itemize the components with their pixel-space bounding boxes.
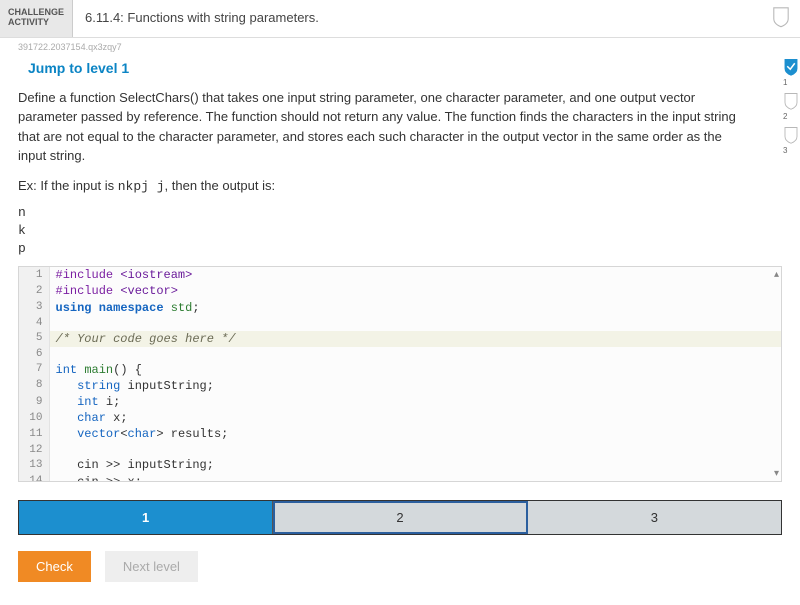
line-number: 11 [19,426,49,442]
line-number: 13 [19,457,49,473]
code-line[interactable]: int i; [49,394,781,410]
code-line[interactable]: /* Your code goes here */ [49,331,781,347]
code-editor[interactable]: ▴ 1#include <iostream>2#include <vector>… [18,266,782,482]
example-output: nkp [18,204,782,259]
progress-shield-1: 1 [783,58,799,90]
code-line[interactable]: char x; [49,410,781,426]
line-number: 4 [19,316,49,331]
problem-prompt: Define a function SelectChars() that tak… [18,88,738,166]
level-tab-1[interactable]: 1 [19,501,273,534]
progress-num: 1 [783,78,799,87]
next-level-button: Next level [105,551,198,582]
line-number: 7 [19,362,49,378]
level-tab-2[interactable]: 2 [273,501,527,534]
badge-line2: ACTIVITY [8,18,64,28]
scroll-down-icon[interactable]: ▾ [774,468,779,479]
example-line: Ex: If the input is nkpj j, then the out… [18,178,782,194]
progress-shield-2: 2 [783,92,799,124]
progress-shield-3: 3 [783,126,799,158]
line-number: 8 [19,378,49,394]
line-number: 9 [19,394,49,410]
code-line[interactable]: cin >> inputString; [49,457,781,473]
example-input: nkpj j [118,179,165,194]
progress-num: 3 [783,146,799,155]
line-number: 10 [19,410,49,426]
meta-id: 391722.2037154.qx3zqy7 [0,38,800,54]
code-line[interactable] [49,443,781,458]
example-prefix: Ex: If the input is [18,178,118,193]
level-tabs: 123 [18,500,782,535]
line-number: 1 [19,267,49,283]
line-number: 5 [19,331,49,347]
challenge-badge: CHALLENGE ACTIVITY [0,0,73,37]
example-output-line: n [18,204,782,222]
progress-num: 2 [783,112,799,121]
check-button[interactable]: Check [18,551,91,582]
section-title: 6.11.4: Functions with string parameters… [73,0,762,37]
line-number: 3 [19,300,49,316]
line-number: 2 [19,283,49,299]
code-line[interactable]: vector<char> results; [49,426,781,442]
code-line[interactable]: string inputString; [49,378,781,394]
line-number: 12 [19,443,49,458]
level-tab-3[interactable]: 3 [528,501,781,534]
code-line[interactable]: #include <vector> [49,283,781,299]
code-line[interactable] [49,316,781,331]
line-number: 6 [19,347,49,362]
code-line[interactable]: int main() { [49,362,781,378]
example-output-line: p [18,240,782,258]
progress-column: 1 2 3 [780,58,800,158]
example-suffix: , then the output is: [165,178,276,193]
jump-to-level-link[interactable]: Jump to level 1 [18,54,782,88]
code-line[interactable]: #include <iostream> [49,267,781,283]
example-output-line: k [18,222,782,240]
code-line[interactable]: cin >> x; [49,474,781,482]
code-line[interactable] [49,347,781,362]
header-shield-icon [772,6,790,31]
line-number: 14 [19,474,49,482]
code-line[interactable]: using namespace std; [49,300,781,316]
